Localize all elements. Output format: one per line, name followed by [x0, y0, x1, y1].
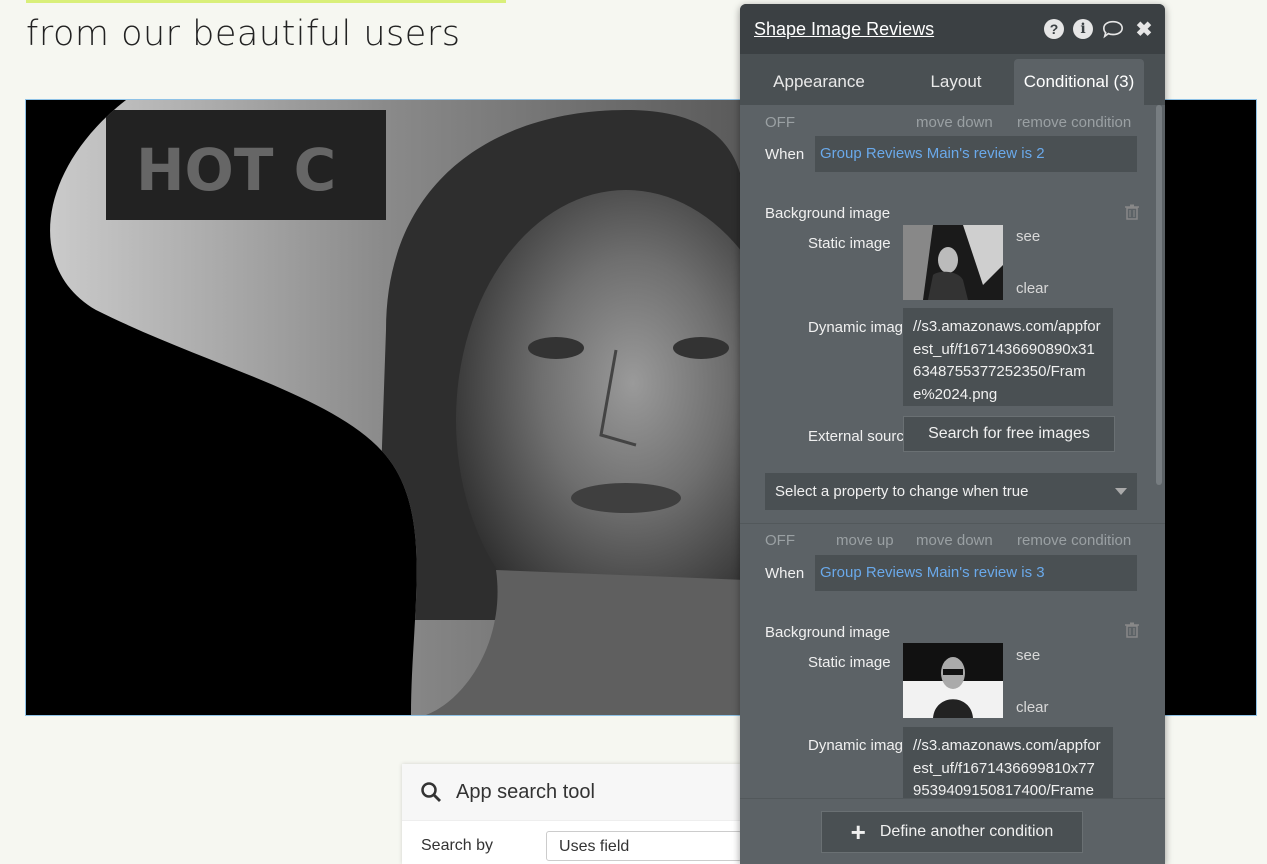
move-up-link[interactable]: move up — [836, 532, 894, 549]
search-tool-title: App search tool — [456, 780, 595, 803]
remove-condition-link[interactable]: remove condition — [1017, 532, 1131, 549]
close-icon[interactable]: ✖ — [1133, 18, 1155, 41]
clear-link[interactable]: clear — [1016, 699, 1049, 716]
move-down-link[interactable]: move down — [916, 532, 993, 549]
static-image-label: Static image — [808, 654, 891, 671]
define-button-label: Define another condition — [879, 823, 1054, 840]
panel-title[interactable]: Shape Image Reviews — [754, 19, 934, 40]
see-link[interactable]: see — [1016, 647, 1040, 664]
static-image-thumbnail[interactable] — [903, 225, 1003, 300]
when-label: When — [765, 146, 805, 163]
plus-icon: + — [850, 817, 866, 847]
app-search-tool: App search tool Search by Uses field — [402, 764, 742, 864]
dynamic-image-label: Dynamic image — [808, 737, 903, 754]
panel-tabs: Appearance Layout Conditional (3) — [740, 54, 1165, 105]
svg-text:HOT C: HOT C — [136, 136, 336, 204]
see-link[interactable]: see — [1016, 228, 1040, 245]
panel-footer: + Define another condition — [740, 798, 1165, 864]
tab-appearance[interactable]: Appearance — [740, 59, 898, 105]
trash-icon[interactable] — [1125, 622, 1139, 638]
when-expression[interactable]: Group Reviews Main's review is 2 — [815, 136, 1137, 172]
trash-icon[interactable] — [1125, 204, 1139, 220]
tab-layout[interactable]: Layout — [898, 59, 1014, 105]
search-by-label: Search by — [421, 837, 494, 854]
help-icon[interactable]: ? — [1044, 19, 1064, 39]
dynamic-image-label: Dynamic image — [808, 319, 903, 336]
comment-icon[interactable] — [1102, 18, 1124, 40]
property-label: Background image — [765, 624, 891, 641]
search-free-images-button[interactable]: Search for free images — [903, 416, 1115, 452]
panel-scrollbar[interactable] — [1156, 105, 1162, 485]
property-editor-panel: Shape Image Reviews ? i ✖ Appearance Lay… — [740, 4, 1165, 864]
when-expression[interactable]: Group Reviews Main's review is 3 — [815, 555, 1137, 591]
search-icon — [421, 782, 441, 802]
dynamic-image-field[interactable]: //s3.amazonaws.com/appforest_uf/f1671436… — [903, 308, 1113, 406]
page-headline: from our beautiful users — [26, 14, 461, 54]
search-tool-header[interactable]: App search tool — [402, 764, 742, 821]
external-source-label: External source — [808, 428, 903, 445]
static-image-thumbnail[interactable] — [903, 643, 1003, 718]
select-property-dropdown[interactable]: Select a property to change when true — [765, 473, 1137, 510]
condition-off-toggle[interactable]: OFF — [765, 532, 795, 549]
tab-conditional[interactable]: Conditional (3) — [1014, 59, 1144, 105]
info-icon[interactable]: i — [1073, 19, 1093, 39]
condition-off-toggle[interactable]: OFF — [765, 114, 795, 131]
select-property-text: Select a property to change when true — [775, 483, 1029, 500]
move-down-link[interactable]: move down — [916, 114, 993, 131]
property-label: Background image — [765, 205, 891, 222]
search-by-select[interactable]: Uses field — [546, 831, 742, 861]
when-label: When — [765, 565, 805, 582]
chevron-down-icon — [1115, 487, 1127, 495]
define-another-condition-button[interactable]: + Define another condition — [821, 811, 1083, 853]
static-image-label: Static image — [808, 235, 891, 252]
remove-condition-link[interactable]: remove condition — [1017, 114, 1131, 131]
headline-accent-bar — [26, 0, 506, 3]
panel-header[interactable]: Shape Image Reviews ? i ✖ — [740, 4, 1165, 54]
clear-link[interactable]: clear — [1016, 280, 1049, 297]
dynamic-image-field[interactable]: //s3.amazonaws.com/appforest_uf/f1671436… — [903, 727, 1113, 799]
